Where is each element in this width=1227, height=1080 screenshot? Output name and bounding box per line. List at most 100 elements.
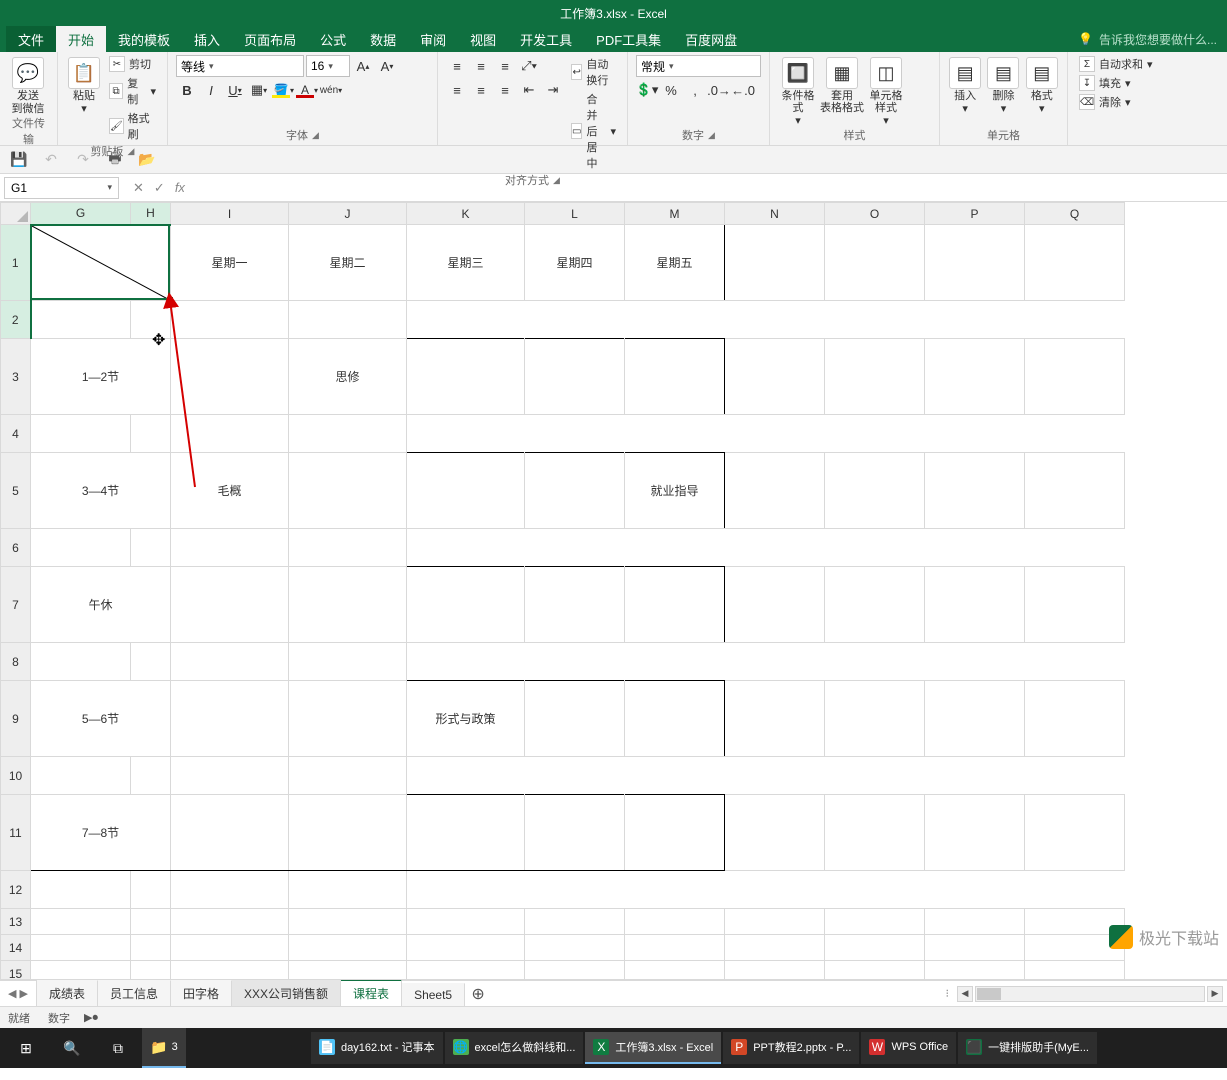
cell[interactable] xyxy=(1025,961,1125,981)
dec-decimal-button[interactable]: ←.0 xyxy=(732,79,754,101)
clear-button[interactable]: ⌫清除▾ xyxy=(1076,93,1156,111)
sheet-tab-田字格[interactable]: 田字格 xyxy=(171,980,232,1006)
cell[interactable] xyxy=(171,301,289,339)
col-header-G[interactable]: G xyxy=(31,203,131,225)
cell[interactable] xyxy=(925,453,1025,529)
sheet-tab-员工信息[interactable]: 员工信息 xyxy=(98,980,171,1006)
cell[interactable] xyxy=(131,643,171,681)
cell[interactable] xyxy=(725,567,825,643)
tab-我的模板[interactable]: 我的模板 xyxy=(106,26,182,52)
cell-weekday-2[interactable]: 星期三 xyxy=(407,225,525,301)
cell[interactable] xyxy=(825,795,925,871)
cell-sched-2-4[interactable] xyxy=(625,567,725,643)
cell[interactable] xyxy=(1025,339,1125,415)
cell[interactable] xyxy=(171,935,289,961)
col-header-H[interactable]: H xyxy=(131,203,171,225)
cell[interactable] xyxy=(31,871,131,909)
row-header-11[interactable]: 11 xyxy=(1,795,31,871)
task-view-button[interactable]: ⧉ xyxy=(96,1028,140,1068)
cell-sched-3-2[interactable]: 形式与政策 xyxy=(407,681,525,757)
cell[interactable] xyxy=(31,415,131,453)
grow-font-button[interactable]: A▴ xyxy=(352,55,374,77)
col-header-L[interactable]: L xyxy=(525,203,625,225)
file-explorer-button[interactable]: 📁 3 xyxy=(142,1028,186,1068)
tell-me[interactable]: 💡告诉我您想要做什么... xyxy=(1068,26,1227,52)
clipboard-dialog-icon[interactable]: ◢ xyxy=(128,146,135,157)
cell[interactable] xyxy=(825,935,925,961)
number-dialog-icon[interactable]: ◢ xyxy=(708,130,715,141)
cell-sched-4-3[interactable] xyxy=(525,795,625,871)
insert-cells-button[interactable]: ▤插入▾ xyxy=(948,55,982,115)
row-header-12[interactable]: 12 xyxy=(1,871,31,909)
cell-period-0[interactable]: 1—2节 xyxy=(31,339,171,415)
borders-button[interactable]: ▦▾ xyxy=(248,79,270,101)
fill-button[interactable]: ↧填充▾ xyxy=(1076,74,1156,92)
cell[interactable] xyxy=(289,871,407,909)
col-header-K[interactable]: K xyxy=(407,203,525,225)
align-dialog-icon[interactable]: ◢ xyxy=(553,175,560,186)
cell[interactable] xyxy=(289,961,407,981)
taskbar-app[interactable]: 🌐excel怎么做斜线和... xyxy=(445,1032,584,1064)
row-header-9[interactable]: 9 xyxy=(1,681,31,757)
bold-button[interactable]: B xyxy=(176,79,198,101)
cell[interactable] xyxy=(825,681,925,757)
col-header-M[interactable]: M xyxy=(625,203,725,225)
col-header-I[interactable]: I xyxy=(171,203,289,225)
col-header-J[interactable]: J xyxy=(289,203,407,225)
send-to-wechat-button[interactable]: 💬发送到微信 xyxy=(8,55,48,115)
selection-handle[interactable] xyxy=(167,297,173,303)
number-format-combo[interactable]: 常规▾ xyxy=(636,55,761,77)
cell[interactable] xyxy=(925,339,1025,415)
cell-period-3[interactable]: 5—6节 xyxy=(31,681,171,757)
tab-插入[interactable]: 插入 xyxy=(182,26,232,52)
confirm-edit-button[interactable]: ✓ xyxy=(154,180,165,196)
autosum-button[interactable]: Σ自动求和▾ xyxy=(1076,55,1156,73)
scroll-left-button[interactable]: ◀ xyxy=(957,986,973,1002)
cell-weekday-4[interactable]: 星期五 xyxy=(625,225,725,301)
cell[interactable] xyxy=(725,935,825,961)
tab-开始[interactable]: 开始 xyxy=(56,26,106,52)
cell-sched-4-2[interactable] xyxy=(407,795,525,871)
cell[interactable] xyxy=(289,909,407,935)
cell[interactable] xyxy=(925,935,1025,961)
cell[interactable] xyxy=(31,961,131,981)
row-header-10[interactable]: 10 xyxy=(1,757,31,795)
wrap-text-button[interactable]: ↩自动换行 xyxy=(568,55,619,89)
comma-button[interactable]: , xyxy=(684,79,706,101)
tab-审阅[interactable]: 审阅 xyxy=(408,26,458,52)
fx-button[interactable]: fx xyxy=(175,180,185,196)
cell[interactable] xyxy=(825,961,925,981)
row-header-2[interactable]: 2 xyxy=(1,301,31,339)
cell-weekday-1[interactable]: 星期二 xyxy=(289,225,407,301)
sheet-tab-Sheet5[interactable]: Sheet5 xyxy=(402,983,465,1006)
name-box[interactable]: G1▾ xyxy=(4,177,119,199)
align-middle-button[interactable]: ≡ xyxy=(470,55,492,77)
add-sheet-button[interactable]: ⊕ xyxy=(465,981,491,1006)
align-top-button[interactable]: ≡ xyxy=(446,55,468,77)
cell[interactable] xyxy=(131,909,171,935)
align-right-button[interactable]: ≡ xyxy=(494,79,516,101)
horizontal-scrollbar[interactable]: ⁝ ◀ ▶ xyxy=(491,981,1227,1006)
sheet-tab-课程表[interactable]: 课程表 xyxy=(341,979,402,1006)
cell-sched-0-2[interactable] xyxy=(407,339,525,415)
cell[interactable] xyxy=(131,415,171,453)
cell[interactable] xyxy=(131,757,171,795)
cell[interactable] xyxy=(289,757,407,795)
cell[interactable] xyxy=(31,757,131,795)
currency-button[interactable]: 💲▾ xyxy=(636,79,658,101)
cell[interactable] xyxy=(407,935,525,961)
cell[interactable] xyxy=(1025,453,1125,529)
cell[interactable] xyxy=(825,225,925,301)
row-header-13[interactable]: 13 xyxy=(1,909,31,935)
cell[interactable] xyxy=(171,909,289,935)
tab-数据[interactable]: 数据 xyxy=(358,26,408,52)
cell[interactable] xyxy=(725,339,825,415)
cell-sched-3-4[interactable] xyxy=(625,681,725,757)
cell-sched-2-2[interactable] xyxy=(407,567,525,643)
tab-页面布局[interactable]: 页面布局 xyxy=(232,26,308,52)
tab-百度网盘[interactable]: 百度网盘 xyxy=(673,26,749,52)
cell[interactable] xyxy=(1025,795,1125,871)
macro-rec-icon[interactable]: ▶⏺ xyxy=(84,1011,98,1025)
row-header-5[interactable]: 5 xyxy=(1,453,31,529)
undo-button[interactable]: ↶ xyxy=(42,151,60,169)
